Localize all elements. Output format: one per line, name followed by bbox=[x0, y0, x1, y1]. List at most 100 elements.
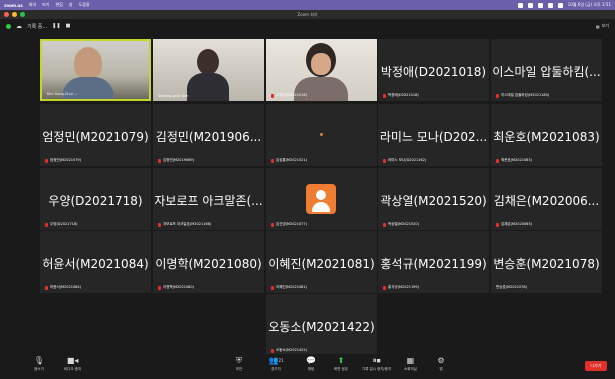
mic-muted-icon bbox=[45, 285, 48, 290]
minimize-window-button[interactable] bbox=[12, 12, 17, 17]
window-titlebar: Zoom 회의 bbox=[0, 10, 615, 19]
participant-label: 김정민(M2019069) bbox=[158, 158, 194, 163]
status-icon[interactable] bbox=[527, 2, 533, 8]
mic-muted-icon bbox=[496, 158, 499, 163]
participant-label: 오동소(M2021422) bbox=[271, 348, 307, 353]
stop-video-button[interactable]: ■◂ 비디오 중지 bbox=[64, 357, 81, 372]
participant-label: 김선영(M2021077) bbox=[271, 222, 307, 227]
status-icon[interactable] bbox=[537, 2, 543, 8]
participant-tile[interactable]: 김채은(M202006... 김채은(M2020063) bbox=[491, 168, 602, 230]
status-icon[interactable] bbox=[517, 2, 523, 8]
participant-tile[interactable]: 박정애(D2021018) 박정애(D2021018) bbox=[378, 39, 489, 101]
menu-item-edit[interactable]: 편집 bbox=[56, 2, 63, 8]
mic-muted-icon bbox=[45, 158, 48, 163]
participant-name: 자보로프 아크말존(... bbox=[154, 194, 263, 208]
mic-muted-icon bbox=[158, 158, 161, 163]
participants-count: 21 bbox=[278, 358, 284, 363]
participant-name: 변승훈(M2021078) bbox=[493, 257, 600, 271]
participants-button[interactable]: 👥 21 참가자 bbox=[268, 357, 284, 372]
status-icon[interactable] bbox=[557, 2, 563, 8]
participant-label: 변승훈(M2021078) bbox=[496, 285, 527, 289]
shield-icon[interactable] bbox=[6, 23, 11, 29]
breakout-rooms-button[interactable]: ▦ 소회의실 bbox=[404, 357, 417, 372]
participant-label: 이혜진(M2021081) bbox=[271, 285, 307, 290]
stop-recording-icon[interactable]: ■ bbox=[66, 23, 71, 29]
participant-label: 우양(D2021718) bbox=[45, 222, 77, 227]
participant-tile[interactable]: 이혜진(M2021081) 이혜진(M2021081) bbox=[266, 231, 377, 293]
participant-name: 이스마일 압둘하킴(... bbox=[492, 65, 601, 79]
chat-button[interactable]: 💬 채팅 bbox=[306, 357, 316, 372]
breakout-rooms-icon: ▦ bbox=[406, 356, 415, 365]
chat-icon: 💬 bbox=[306, 356, 316, 365]
menu-item-view[interactable]: 보기 bbox=[42, 2, 49, 8]
participant-tile[interactable]: 엄정민(M2021079) 엄정민(M2021079) bbox=[40, 104, 151, 166]
participant-name: 곽상열(M2021520) bbox=[380, 194, 487, 208]
participant-tile[interactable]: 고원지(M2021016) bbox=[266, 39, 377, 101]
mute-button[interactable]: 🎙 음소거 bbox=[34, 357, 44, 372]
share-screen-button[interactable]: ⬆ 화면 공유 bbox=[334, 357, 348, 372]
participant-tile[interactable]: 변승훈(M2021078) 변승훈(M2021078) bbox=[491, 231, 602, 293]
participants-icon: 👥 21 bbox=[268, 356, 284, 365]
participant-label: 자보로프 아크말존(M2021168) bbox=[158, 222, 211, 227]
apps-button[interactable]: ⚙ 앱 bbox=[436, 357, 446, 372]
menu-item-help[interactable]: 도움말 bbox=[79, 2, 90, 8]
mic-muted-icon bbox=[271, 285, 274, 290]
participant-name: 이명학(M2021080) bbox=[155, 257, 262, 271]
leave-button[interactable]: 나가기 bbox=[585, 361, 607, 371]
menu-item-meeting[interactable]: 회의 bbox=[29, 2, 36, 8]
video-feed bbox=[42, 41, 149, 99]
status-icon[interactable] bbox=[547, 2, 553, 8]
app-menu[interactable]: zoom.us bbox=[4, 3, 23, 8]
participant-tile[interactable]: 김정민(M201906... 김정민(M2019069) bbox=[153, 104, 264, 166]
mic-muted-icon bbox=[271, 348, 274, 353]
record-button[interactable]: ⏸⏹ 기록 일시 중지/중지 bbox=[362, 357, 391, 372]
participant-label: 김채은(M2020063) bbox=[496, 222, 532, 227]
participant-label: 김성룡(M2021521) bbox=[271, 158, 307, 163]
default-avatar-icon bbox=[306, 184, 336, 214]
participant-tile[interactable]: Seoung-seok Kim bbox=[153, 39, 264, 101]
mic-muted-icon bbox=[496, 93, 499, 98]
share-screen-icon: ⬆ bbox=[337, 356, 345, 365]
participant-label: 라미느 모나(D2021162) bbox=[383, 158, 426, 163]
participant-label: 박정애(D2021018) bbox=[383, 93, 419, 98]
participant-tile[interactable]: 우양(D2021718) 우양(D2021718) bbox=[40, 168, 151, 230]
participant-label: Seoung-seok Kim bbox=[158, 94, 189, 98]
participant-tile[interactable]: 자보로프 아크말존(... 자보로프 아크말존(M2021168) bbox=[153, 168, 264, 230]
participant-tile[interactable]: 김선영(M2021077) bbox=[266, 168, 377, 230]
meeting-toolbar: 🎙 음소거 ■◂ 비디오 중지 ⛨ 보안 👥 21 참가자 💬 채팅 ⬆ 화면 공… bbox=[0, 354, 615, 379]
mic-muted-icon bbox=[383, 222, 386, 227]
pause-record-icon: ⏸⏹ bbox=[372, 356, 381, 365]
participant-label: 이명학(M2021080) bbox=[158, 285, 194, 290]
mic-muted-icon bbox=[158, 222, 161, 227]
view-button[interactable]: ▦ 보기 bbox=[596, 23, 609, 29]
video-feed bbox=[266, 39, 377, 101]
security-button[interactable]: ⛨ 보안 bbox=[234, 357, 244, 372]
zoom-window-button[interactable] bbox=[20, 12, 25, 17]
close-window-button[interactable] bbox=[4, 12, 9, 17]
participant-tile[interactable]: Kim Sung-Chul ... bbox=[40, 39, 151, 101]
menu-item-window[interactable]: 창 bbox=[69, 2, 73, 8]
participant-tile[interactable]: 최운호(M2021083) 최운호(M2021083) bbox=[491, 104, 602, 166]
participant-tile[interactable]: 오동소(M2021422) 오동소(M2021422) bbox=[266, 294, 377, 356]
participant-tile[interactable]: 김성룡(M2021521) bbox=[266, 104, 377, 166]
mic-muted-icon bbox=[45, 222, 48, 227]
participant-tile[interactable]: 곽상열(M2021520) 곽상열(M2021520) bbox=[378, 168, 489, 230]
mic-muted-icon bbox=[383, 285, 386, 290]
mic-muted-icon bbox=[271, 93, 274, 98]
participant-tile[interactable]: 이스마일 압둘하킴(... 이스마일 압둘하킴(M2021180) bbox=[491, 39, 602, 101]
mic-muted-icon bbox=[383, 93, 386, 98]
pause-recording-icon[interactable]: ❚❚ bbox=[52, 23, 60, 29]
participant-label: 곽상열(M2021520) bbox=[383, 222, 419, 227]
participant-name: 김채은(M202006... bbox=[493, 194, 600, 208]
participant-label: 고원지(M2021016) bbox=[271, 93, 307, 98]
participant-label: 허윤서(M2021084) bbox=[45, 285, 81, 290]
participant-name: 엄정민(M2021079) bbox=[42, 130, 149, 144]
participant-name: 오동소(M2021422) bbox=[268, 320, 375, 334]
participant-tile[interactable]: 이명학(M2021080) 이명학(M2021080) bbox=[153, 231, 264, 293]
participant-label: 엄정민(M2021079) bbox=[45, 158, 81, 163]
participant-tile[interactable]: 허윤서(M2021084) 허윤서(M2021084) bbox=[40, 231, 151, 293]
participant-tile[interactable]: 홍석규(M2021199) 홍석규(M2021199) bbox=[378, 231, 489, 293]
video-feed bbox=[153, 39, 264, 101]
clock[interactable]: 10월 6일 (금) 오후 3:51 bbox=[568, 2, 611, 8]
participant-tile[interactable]: 라미느 모나(D202... 라미느 모나(D2021162) bbox=[378, 104, 489, 166]
